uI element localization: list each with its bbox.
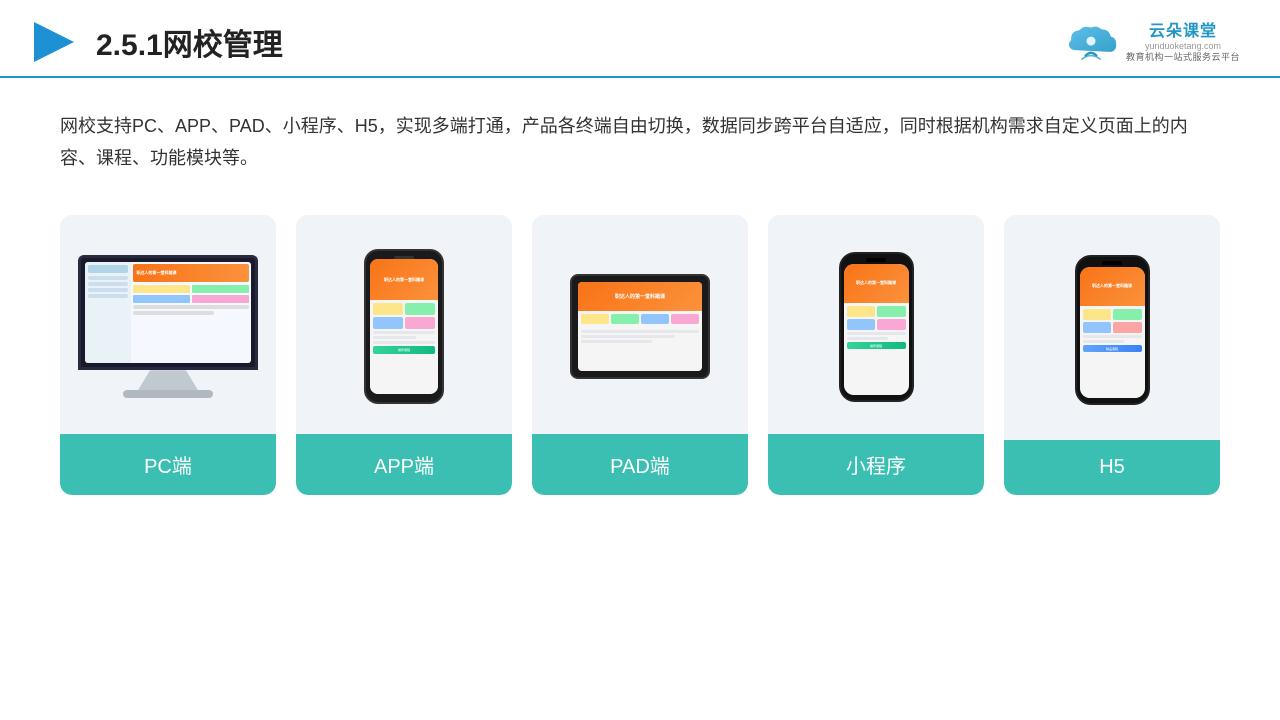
section-number: 2.5.1 — [96, 29, 163, 62]
pc-label: PC端 — [60, 434, 276, 495]
pad-label: PAD端 — [532, 434, 748, 495]
cloud-logo-icon — [1064, 23, 1118, 61]
monitor-mockup: 职达人的第一堂科踏课 — [78, 255, 258, 398]
logo-domain: yunduoketang.com — [1126, 41, 1240, 52]
card-h5: 职达人的第一堂科踏课 — [1004, 215, 1220, 495]
pc-image-area: 职达人的第一堂科踏课 — [60, 215, 276, 434]
phone-mockup-app: 职达人的第一堂科踏课 — [364, 249, 444, 404]
tablet-mockup: 职达人的第一堂科踏课 — [570, 274, 710, 379]
logo-tagline: 教育机构一站式服务云平台 — [1126, 52, 1240, 63]
app-image-area: 职达人的第一堂科踏课 — [296, 215, 512, 434]
miniapp-label: 小程序 — [768, 434, 984, 495]
title-text: 网校管理 — [163, 29, 283, 62]
miniapp-image-area: 职达人的第一堂科踏课 — [768, 215, 984, 434]
phone-notch-mockup-miniapp: 职达人的第一堂科踏课 — [839, 252, 914, 402]
pad-image-area: 职达人的第一堂科踏课 — [532, 215, 748, 434]
card-pc: 职达人的第一堂科踏课 — [60, 215, 276, 495]
cards-container: 职达人的第一堂科踏课 — [0, 195, 1280, 525]
play-icon — [30, 18, 78, 66]
logo-text-area: 云朵课堂 yunduoketang.com 教育机构一站式服务云平台 — [1126, 22, 1240, 63]
card-app: 职达人的第一堂科踏课 — [296, 215, 512, 495]
card-pad: 职达人的第一堂科踏课 — [532, 215, 748, 495]
description-text: 网校支持PC、APP、PAD、小程序、H5，实现多端打通，产品各终端自由切换，数… — [0, 78, 1280, 195]
logo-area: 云朵课堂 yunduoketang.com 教育机构一站式服务云平台 — [1064, 22, 1240, 63]
header: 2.5.1网校管理 云朵课堂 — [0, 0, 1280, 78]
header-left: 2.5.1网校管理 — [30, 18, 283, 66]
h5-image-area: 职达人的第一堂科踏课 — [1004, 215, 1220, 440]
h5-label: H5 — [1004, 440, 1220, 495]
card-miniapp: 职达人的第一堂科踏课 — [768, 215, 984, 495]
logo-name: 云朵课堂 — [1126, 22, 1240, 41]
phone-notch-mockup-h5: 职达人的第一堂科踏课 — [1075, 255, 1150, 405]
page-title: 2.5.1网校管理 — [96, 20, 283, 64]
page-container: 2.5.1网校管理 云朵课堂 — [0, 0, 1280, 720]
app-label: APP端 — [296, 434, 512, 495]
